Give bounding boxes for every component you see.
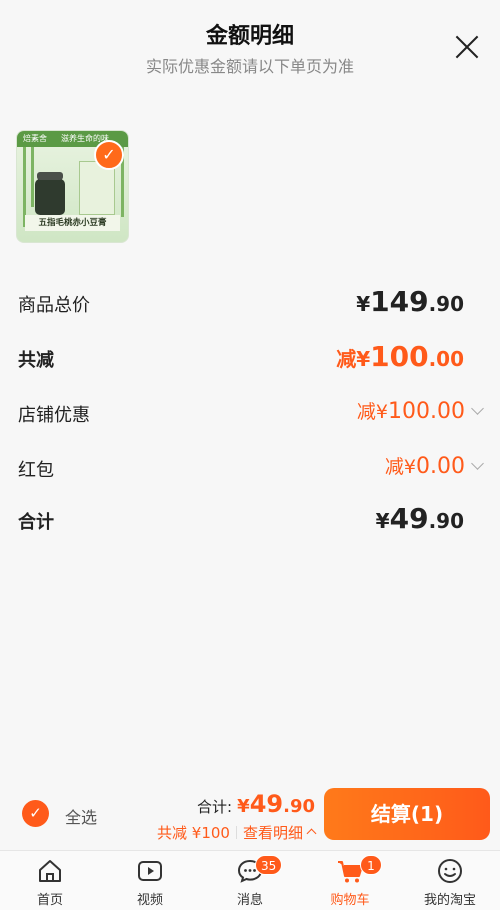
close-icon[interactable]	[454, 34, 480, 60]
tab-video[interactable]: 视频	[100, 851, 200, 910]
thumb-brand: 焙素舍	[23, 134, 47, 143]
video-icon	[138, 861, 162, 881]
row-label: 红包	[18, 460, 54, 481]
row-total-reduction: 共减 减¥100.00	[18, 340, 482, 376]
row-value: 减¥0.00	[385, 452, 484, 479]
checkout-bar: ✓ 全选 合计: ¥49.90 共减 ¥100 查看明细 结算(1)	[0, 782, 500, 850]
tab-home[interactable]: 首页	[0, 851, 100, 910]
row-label: 共减	[18, 350, 54, 371]
message-badge: 35	[255, 855, 283, 875]
select-all-checkbox[interactable]: ✓	[22, 800, 49, 827]
profile-icon	[438, 859, 462, 883]
row-store-discount[interactable]: 店铺优惠 减¥100.00	[18, 399, 484, 431]
bottom-tab-bar: 首页 视频 35 消息 1 购物车 我的淘宝	[0, 850, 500, 910]
tab-cart[interactable]: 1 购物车	[300, 851, 400, 910]
row-value: ¥49.90	[375, 502, 464, 535]
row-value: ¥149.90	[356, 285, 464, 318]
divider	[235, 826, 237, 839]
tab-messages[interactable]: 35 消息	[200, 851, 300, 910]
page-subtitle: 实际优惠金额请以下单页为准	[145, 57, 354, 76]
product-jar-image	[35, 172, 65, 215]
bamboo-decoration	[31, 147, 34, 207]
tab-profile[interactable]: 我的淘宝	[400, 851, 500, 910]
header: 金额明细 实际优惠金额请以下单页为准	[0, 0, 500, 90]
row-label: 店铺优惠	[18, 405, 90, 426]
row-value: 减¥100.00	[357, 397, 484, 424]
home-icon	[39, 860, 61, 882]
select-all-label[interactable]: 全选	[65, 804, 97, 828]
thumb-product-name: 五指毛桃赤小豆膏	[25, 215, 120, 231]
check-icon[interactable]: ✓	[94, 140, 124, 170]
cart-badge: 1	[360, 855, 382, 875]
view-detail-link[interactable]: 查看明细	[243, 824, 317, 842]
row-label: 商品总价	[18, 295, 90, 316]
chevron-down-icon	[471, 457, 484, 470]
row-value: 减¥100.00	[336, 340, 464, 373]
row-label: 合计	[18, 512, 54, 533]
checkout-button[interactable]: 结算(1)	[324, 788, 490, 840]
discount-text: 共减 ¥100	[157, 824, 230, 842]
row-grand-total: 合计 ¥49.90	[18, 502, 482, 538]
bottom-total: 合计: ¥49.90	[197, 790, 315, 818]
row-red-packet[interactable]: 红包 减¥0.00	[18, 454, 484, 486]
row-total-price: 商品总价 ¥149.90	[18, 285, 482, 321]
chevron-down-icon	[471, 402, 484, 415]
chevron-up-icon	[306, 828, 317, 839]
bottom-discount-line: 共减 ¥100 查看明细	[157, 822, 317, 843]
page-title: 金额明细	[205, 24, 294, 49]
